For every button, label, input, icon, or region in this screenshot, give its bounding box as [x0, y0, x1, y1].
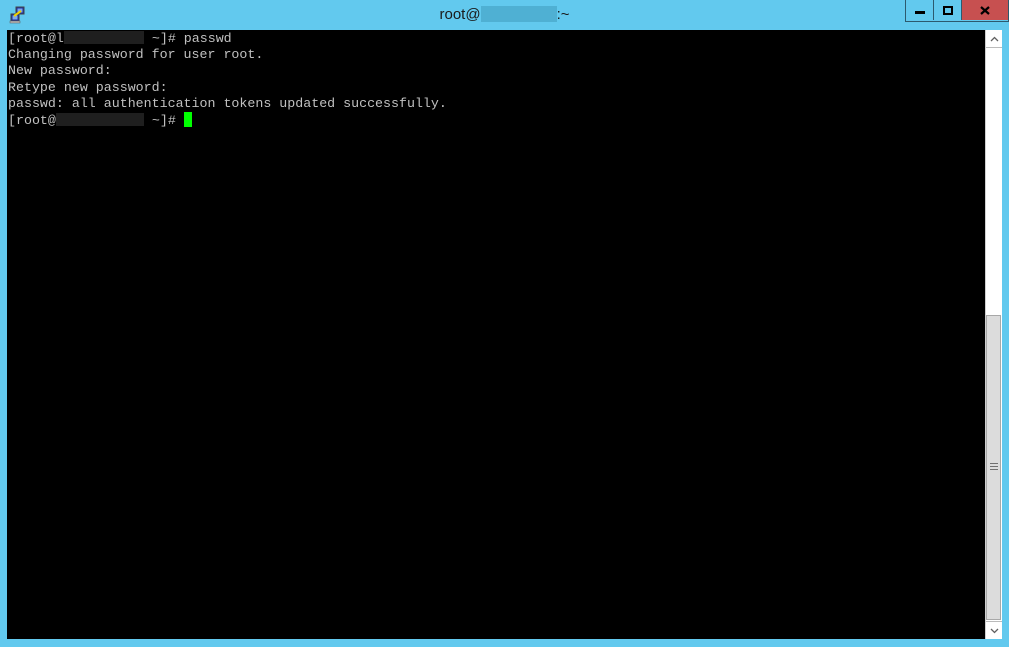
chevron-up-icon	[990, 36, 998, 41]
terminal-line: New password:	[8, 63, 112, 79]
terminal-output: [root@l ~]# passwd Changing password for…	[7, 30, 985, 129]
scroll-up-button[interactable]	[986, 30, 1002, 48]
window-bottom-border	[0, 639, 1009, 647]
prompt-suffix: ~]#	[143, 113, 184, 129]
terminal-line: Changing password for user root.	[8, 47, 264, 63]
title-bar[interactable]: root@ :~	[0, 0, 1009, 30]
prompt-command: ~]# passwd	[143, 31, 232, 46]
close-icon	[980, 5, 990, 15]
grip-icon	[990, 463, 998, 472]
scrollbar-thumb[interactable]	[986, 315, 1001, 620]
close-button[interactable]	[962, 0, 1008, 20]
window-controls	[905, 0, 1009, 22]
terminal-line: passwd: all authentication tokens update…	[8, 95, 447, 111]
chevron-down-icon	[990, 628, 998, 633]
title-path: :~	[556, 6, 570, 23]
redacted-hostname	[55, 113, 144, 127]
terminal-line: Retype new password:	[8, 79, 168, 95]
minimize-icon	[914, 11, 925, 14]
terminal-line: [root@ ~]#	[8, 112, 192, 129]
window-title: root@ :~	[0, 6, 1009, 23]
minimize-button[interactable]	[906, 0, 934, 20]
prompt-prefix: [root@	[8, 31, 56, 46]
hostname-lead: l	[55, 31, 64, 46]
maximize-icon	[942, 5, 953, 15]
terminal-cursor	[183, 112, 192, 128]
prompt-prefix: [root@	[8, 113, 56, 129]
maximize-button[interactable]	[934, 0, 962, 20]
vertical-scrollbar[interactable]	[985, 30, 1002, 639]
redacted-hostname	[480, 6, 557, 22]
title-user: root@	[439, 6, 481, 23]
terminal-area[interactable]: [root@l ~]# passwd Changing password for…	[7, 30, 985, 639]
redacted-hostname	[63, 31, 144, 44]
terminal-line: [root@l ~]# passwd	[8, 31, 232, 46]
scroll-down-button[interactable]	[986, 621, 1002, 639]
